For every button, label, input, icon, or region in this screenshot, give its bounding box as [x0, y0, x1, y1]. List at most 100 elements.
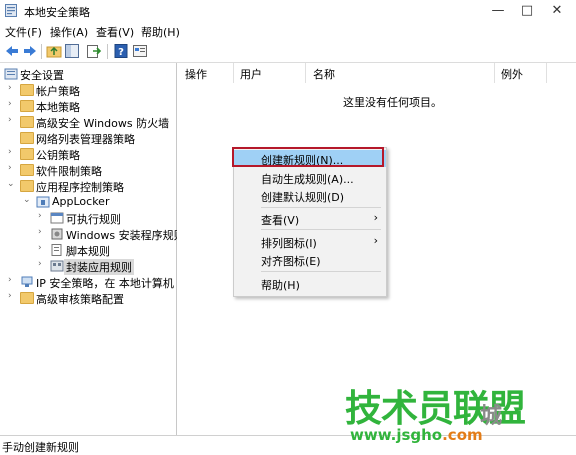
- folder-icon: [20, 292, 34, 304]
- collapse-arrow-icon[interactable]: ⌄: [23, 195, 31, 205]
- tree-item-windows-firewall[interactable]: › 高级安全 Windows 防火墙: [0, 115, 176, 130]
- back-icon[interactable]: [4, 43, 20, 59]
- close-button[interactable]: ✕: [543, 0, 571, 22]
- tree-item-network-list-manager[interactable]: 网络列表管理器策略: [0, 131, 176, 146]
- column-header-exceptions[interactable]: 例外: [501, 66, 523, 82]
- menu-bar: 文件(F) 操作(A) 查看(V) 帮助(H): [0, 22, 576, 40]
- tree-item-label: AppLocker: [52, 195, 110, 208]
- maximize-button[interactable]: □: [513, 0, 541, 22]
- menu-item-view[interactable]: 查看(V) ›: [234, 210, 386, 227]
- status-bar: 手动创建新规则: [0, 435, 576, 454]
- menu-item-label: 帮助(H): [261, 279, 300, 292]
- folder-icon: [20, 100, 34, 112]
- ip-security-icon: [21, 276, 33, 287]
- tree-item-script-rules[interactable]: › 脚本规则: [0, 243, 176, 258]
- up-folder-icon[interactable]: [46, 43, 62, 59]
- tree-item-label: 高级安全 Windows 防火墙: [36, 117, 170, 130]
- security-policy-app-icon: [5, 4, 17, 17]
- tree-item-label: 公钥策略: [36, 149, 80, 162]
- tree-item-ip-security[interactable]: › IP 安全策略，在 本地计算机: [0, 275, 176, 290]
- watermark-url-domain: jsgho: [396, 426, 443, 444]
- watermark-url: www.jsgho.com: [350, 426, 483, 444]
- tree-item-packaged-app-rules[interactable]: › 封装应用规则: [0, 259, 176, 275]
- menu-item-create-default-rules[interactable]: 创建默认规则(D): [234, 187, 386, 204]
- tree-item-label: IP 安全策略，在 本地计算机: [36, 277, 174, 290]
- expand-arrow-icon[interactable]: ›: [38, 243, 46, 253]
- tree-item-local-policies[interactable]: › 本地策略: [0, 99, 176, 114]
- menu-item-label: 创建默认规则(D): [261, 191, 345, 204]
- tree-item-applocker[interactable]: ⌄ AppLocker: [0, 195, 176, 210]
- expand-arrow-icon[interactable]: ›: [38, 211, 46, 221]
- column-header-name[interactable]: 名称: [313, 66, 335, 82]
- menu-item-create-new-rule[interactable]: 创建新规则(N)...: [234, 150, 386, 167]
- tree-item-public-key-policies[interactable]: › 公钥策略: [0, 147, 176, 162]
- menu-help[interactable]: 帮助(H): [141, 24, 180, 40]
- tree-item-label-selected: 封装应用规则: [64, 259, 134, 275]
- expand-arrow-icon[interactable]: ›: [8, 147, 16, 157]
- expand-arrow-icon[interactable]: ›: [8, 99, 16, 109]
- menu-item-label: 查看(V): [261, 214, 300, 227]
- title-bar: 本地安全策略 — □ ✕: [0, 0, 576, 23]
- tree-item-account-policies[interactable]: › 帐户策略: [0, 83, 176, 98]
- folder-icon: [20, 164, 34, 176]
- menu-item-auto-generate-rules[interactable]: 自动生成规则(A)...: [234, 169, 386, 186]
- column-divider[interactable]: [233, 63, 234, 83]
- expand-arrow-icon[interactable]: ›: [8, 163, 16, 173]
- expand-arrow-icon[interactable]: ›: [8, 275, 16, 285]
- svg-text:?: ?: [118, 47, 124, 58]
- tree-item-label: 应用程序控制策略: [36, 181, 124, 194]
- minimize-button[interactable]: —: [484, 0, 512, 22]
- menu-view[interactable]: 查看(V): [96, 24, 134, 40]
- expand-arrow-icon[interactable]: ›: [38, 227, 46, 237]
- packaged-app-rules-icon: [50, 260, 64, 272]
- toolbar-separator: [41, 44, 42, 59]
- collapse-arrow-icon[interactable]: ⌄: [7, 179, 15, 189]
- expand-arrow-icon[interactable]: ›: [38, 259, 46, 269]
- help-icon[interactable]: ?: [113, 43, 129, 59]
- menu-action[interactable]: 操作(A): [50, 24, 88, 40]
- tree-item-label: 可执行规则: [66, 213, 121, 226]
- tree-item-security-settings[interactable]: 安全设置: [0, 67, 176, 82]
- menu-separator: [261, 271, 381, 272]
- expand-arrow-icon[interactable]: ›: [8, 83, 16, 93]
- tree-item-software-restriction[interactable]: › 软件限制策略: [0, 163, 176, 178]
- export-icon[interactable]: [86, 43, 102, 59]
- expand-arrow-icon[interactable]: ›: [8, 115, 16, 125]
- watermark-url-prefix: www.: [350, 426, 397, 444]
- empty-list-message: 这里没有任何项目。: [343, 96, 442, 109]
- folder-icon: [20, 148, 34, 160]
- submenu-arrow-icon: ›: [373, 211, 378, 224]
- forward-icon[interactable]: [22, 43, 38, 59]
- tree-item-advanced-audit[interactable]: › 高级审核策略配置: [0, 291, 176, 306]
- watermark-url-suffix: .com: [442, 426, 483, 444]
- tree-item-executable-rules[interactable]: › 可执行规则: [0, 211, 176, 226]
- menu-file[interactable]: 文件(F): [5, 24, 42, 40]
- column-header-user[interactable]: 用户: [240, 66, 262, 82]
- menu-item-line-up-icons[interactable]: 对齐图标(E): [234, 251, 386, 268]
- script-rules-icon: [51, 244, 62, 256]
- menu-separator: [261, 207, 381, 208]
- submenu-arrow-icon: ›: [373, 234, 378, 247]
- show-tree-icon[interactable]: [64, 43, 80, 59]
- column-divider[interactable]: [494, 63, 495, 83]
- executable-rules-icon: [50, 212, 64, 224]
- tree-item-label: Windows 安装程序规则: [66, 229, 185, 242]
- toolbar-separator: [107, 44, 108, 59]
- tree-item-label: 安全设置: [20, 69, 64, 82]
- tree-item-windows-installer-rules[interactable]: › Windows 安装程序规则: [0, 227, 185, 242]
- column-divider[interactable]: [305, 63, 306, 83]
- folder-icon: [20, 132, 34, 144]
- applocker-icon: [36, 196, 50, 208]
- menu-item-help[interactable]: 帮助(H): [234, 275, 386, 292]
- properties-icon[interactable]: [132, 43, 148, 59]
- column-header-action[interactable]: 操作: [185, 66, 207, 82]
- menu-item-label: 自动生成规则(A)...: [261, 173, 354, 186]
- installer-rules-icon: [51, 228, 63, 240]
- tree-item-label: 网络列表管理器策略: [36, 133, 135, 146]
- tree-item-application-control[interactable]: ⌄ 应用程序控制策略: [0, 179, 176, 194]
- menu-item-arrange-icons[interactable]: 排列图标(I) ›: [234, 233, 386, 250]
- folder-icon: [20, 116, 34, 128]
- expand-arrow-icon[interactable]: ›: [8, 291, 16, 301]
- column-divider[interactable]: [546, 63, 547, 83]
- tree-item-label: 高级审核策略配置: [36, 293, 124, 306]
